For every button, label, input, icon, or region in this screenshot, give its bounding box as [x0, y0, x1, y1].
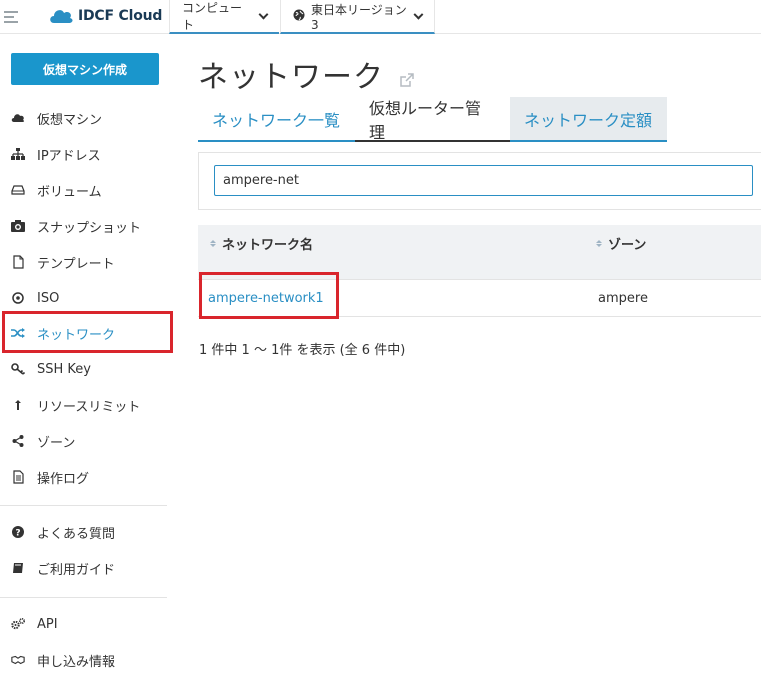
sidebar-item-label: ネットワーク: [37, 327, 116, 343]
sidebar-divider: [0, 505, 167, 506]
sidebar-item-label: 操作ログ: [37, 471, 90, 487]
sidebar-item-snapshot[interactable]: スナップショット: [0, 209, 175, 243]
sidebar-item-faq[interactable]: ? よくある質問: [0, 515, 175, 549]
sidebar-item-label: よくある質問: [37, 526, 116, 542]
pagination-summary: 1 件中 1 ～ 1件 を表示 (全 6 件中): [199, 343, 406, 358]
region-label: 東日本リージョン3: [311, 2, 407, 32]
sidebar-item-template[interactable]: テンプレート: [0, 245, 175, 279]
menu-toggle-icon[interactable]: [4, 11, 18, 23]
sidebar-item-label: 仮想マシン: [37, 112, 103, 128]
brand-logo[interactable]: IDCF Cloud: [48, 7, 162, 25]
column-header-name[interactable]: ネットワーク名: [198, 225, 596, 253]
column-header-label: ゾーン: [608, 238, 647, 253]
sidebar-item-label: ご利用ガイド: [37, 562, 116, 578]
network-table: ネットワーク名 ゾーン ampere-network1 ampere: [198, 225, 761, 317]
network-name-link[interactable]: ampere-network1: [198, 291, 598, 306]
shuffle-icon: [11, 326, 25, 340]
sidebar-item-label: ゾーン: [37, 435, 76, 451]
brand-name: IDCF Cloud: [78, 8, 163, 24]
compute-menu[interactable]: コンピュート: [169, 0, 279, 34]
chevron-down-icon: [413, 9, 424, 19]
sidebar-item-label: テンプレート: [37, 256, 115, 272]
sidebar-item-ssh-key[interactable]: SSH Key: [0, 352, 175, 386]
sidebar-item-label: スナップショット: [37, 220, 142, 236]
tab-virtual-router[interactable]: 仮想ルーター管理: [355, 97, 510, 142]
sidebar-item-label: ISO: [37, 290, 60, 306]
sort-icon: [596, 240, 602, 247]
share-icon: [11, 434, 25, 448]
sitemap-icon: [11, 147, 25, 161]
sidebar-item-ip[interactable]: IPアドレス: [0, 137, 175, 171]
column-header-zone[interactable]: ゾーン: [596, 225, 761, 253]
sidebar-item-label: 申し込み情報: [37, 654, 116, 670]
sidebar-item-guide[interactable]: ご利用ガイド: [0, 551, 175, 585]
key-icon: [11, 362, 25, 376]
create-vm-button[interactable]: 仮想マシン作成: [11, 53, 159, 85]
region-selector[interactable]: 東日本リージョン3: [280, 0, 435, 34]
sidebar-divider: [0, 597, 167, 598]
sidebar-item-volume[interactable]: ボリューム: [0, 173, 175, 207]
globe-icon: [293, 9, 305, 24]
sidebar-item-label: リソースリミット: [37, 399, 141, 415]
cloud-icon: [11, 111, 25, 125]
sidebar-item-label: IPアドレス: [37, 148, 101, 164]
limit-icon: [11, 398, 25, 412]
table-header: ネットワーク名 ゾーン: [198, 225, 761, 280]
sort-icon: [210, 240, 216, 247]
table-row: ampere-network1 ampere: [198, 280, 761, 317]
search-panel: [198, 152, 761, 210]
hdd-icon: [11, 183, 25, 197]
chevron-down-icon: [258, 9, 269, 19]
sidebar-item-label: API: [37, 616, 58, 632]
svg-text:?: ?: [15, 529, 20, 539]
question-icon: ?: [11, 525, 25, 539]
gears-icon: [11, 617, 25, 631]
cloud-logo-icon: [48, 7, 74, 25]
sidebar-item-label: SSH Key: [37, 361, 91, 377]
sidebar-item-vm[interactable]: 仮想マシン: [0, 101, 175, 135]
column-header-label: ネットワーク名: [222, 238, 314, 253]
log-icon: [11, 470, 25, 484]
sidebar-item-network[interactable]: ネットワーク: [0, 316, 175, 350]
sidebar-item-resource-limit[interactable]: リソースリミット: [0, 388, 175, 422]
sidebar-item-log[interactable]: 操作ログ: [0, 460, 175, 494]
camera-icon: [11, 219, 25, 233]
compute-menu-label: コンピュート: [182, 1, 243, 32]
book-icon: [11, 561, 25, 575]
handshake-icon: [11, 653, 25, 667]
search-input[interactable]: [214, 165, 753, 196]
network-zone: ampere: [598, 290, 648, 306]
sidebar: 仮想マシン作成 仮想マシン IPアドレス ボリューム スナップショット テンプレ…: [0, 35, 175, 681]
tab-network-list[interactable]: ネットワーク一覧: [198, 97, 355, 142]
network-tabs: ネットワーク一覧 仮想ルーター管理 ネットワーク定額: [198, 97, 667, 142]
sidebar-item-zone[interactable]: ゾーン: [0, 424, 175, 458]
page-title: ネットワーク: [198, 60, 384, 95]
top-bar: IDCF Cloud コンピュート 東日本リージョン3: [0, 0, 761, 34]
sidebar-item-iso[interactable]: ISO: [0, 281, 175, 315]
sidebar-item-api[interactable]: API: [0, 607, 175, 641]
file-icon: [11, 255, 25, 269]
tab-network-flat-rate[interactable]: ネットワーク定額: [510, 97, 667, 142]
sidebar-item-subscription[interactable]: 申し込み情報: [0, 643, 175, 677]
external-link-icon[interactable]: [400, 73, 414, 91]
disc-icon: [11, 291, 25, 305]
sidebar-item-label: ボリューム: [37, 184, 102, 200]
